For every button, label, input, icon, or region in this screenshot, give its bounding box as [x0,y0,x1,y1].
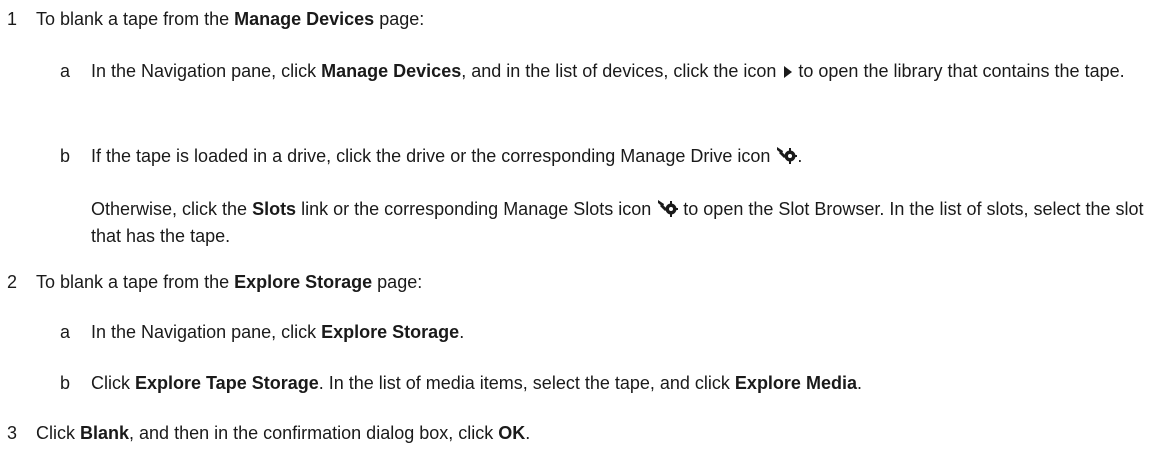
step-text: To blank a tape from the Manage Devices … [36,9,425,29]
substep-letter: b [60,146,71,166]
substep-text: In the Navigation pane, click Manage Dev… [91,59,1161,86]
step-number: 3 [7,423,18,443]
step-text: To blank a tape from the Explore Storage… [36,272,423,292]
substep-letter: b [60,373,71,393]
manage-drive-icon [775,145,798,171]
substep-letter: a [60,61,71,81]
substep-text: If the tape is loaded in a drive, click … [91,144,1161,171]
substep-text: Click Explore Tape Storage. In the list … [91,373,862,393]
expand-arrow-icon [781,62,793,86]
manage-slots-icon [656,198,679,224]
substep-letter: a [60,322,71,342]
substep-text: In the Navigation pane, click Explore St… [91,322,465,342]
step-number: 1 [7,9,18,29]
step-number: 2 [7,272,18,292]
step-text: Click Blank, and then in the confirmatio… [36,423,531,443]
substep-1b-paragraph: Otherwise, click the Slots link or the c… [91,198,1144,246]
